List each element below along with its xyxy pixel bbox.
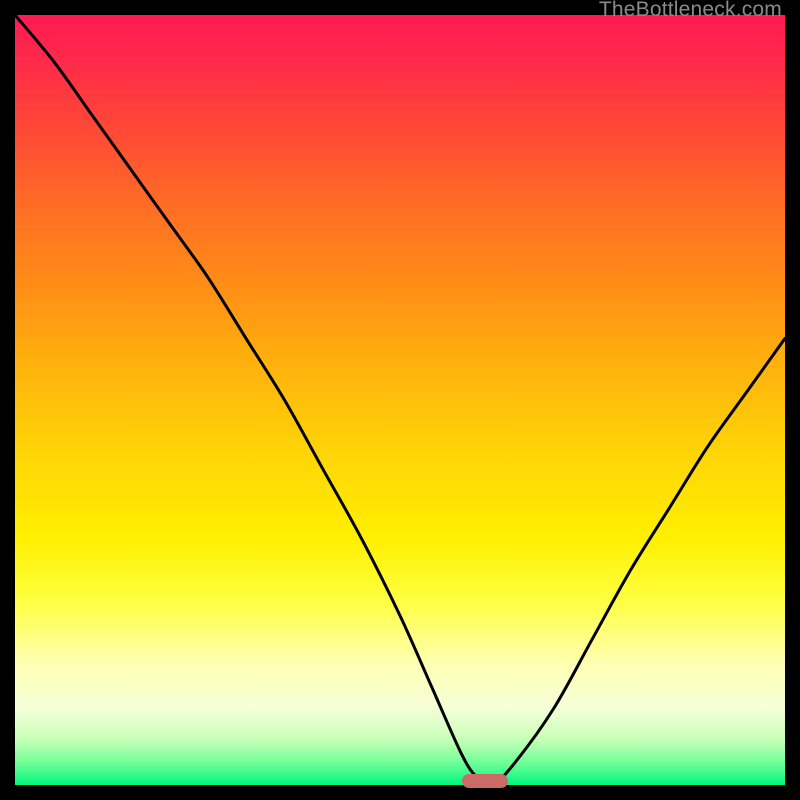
watermark-text: TheBottleneck.com [599, 0, 782, 22]
optimal-marker [462, 774, 508, 788]
bottleneck-curve [15, 15, 785, 785]
chart-frame [15, 15, 785, 785]
